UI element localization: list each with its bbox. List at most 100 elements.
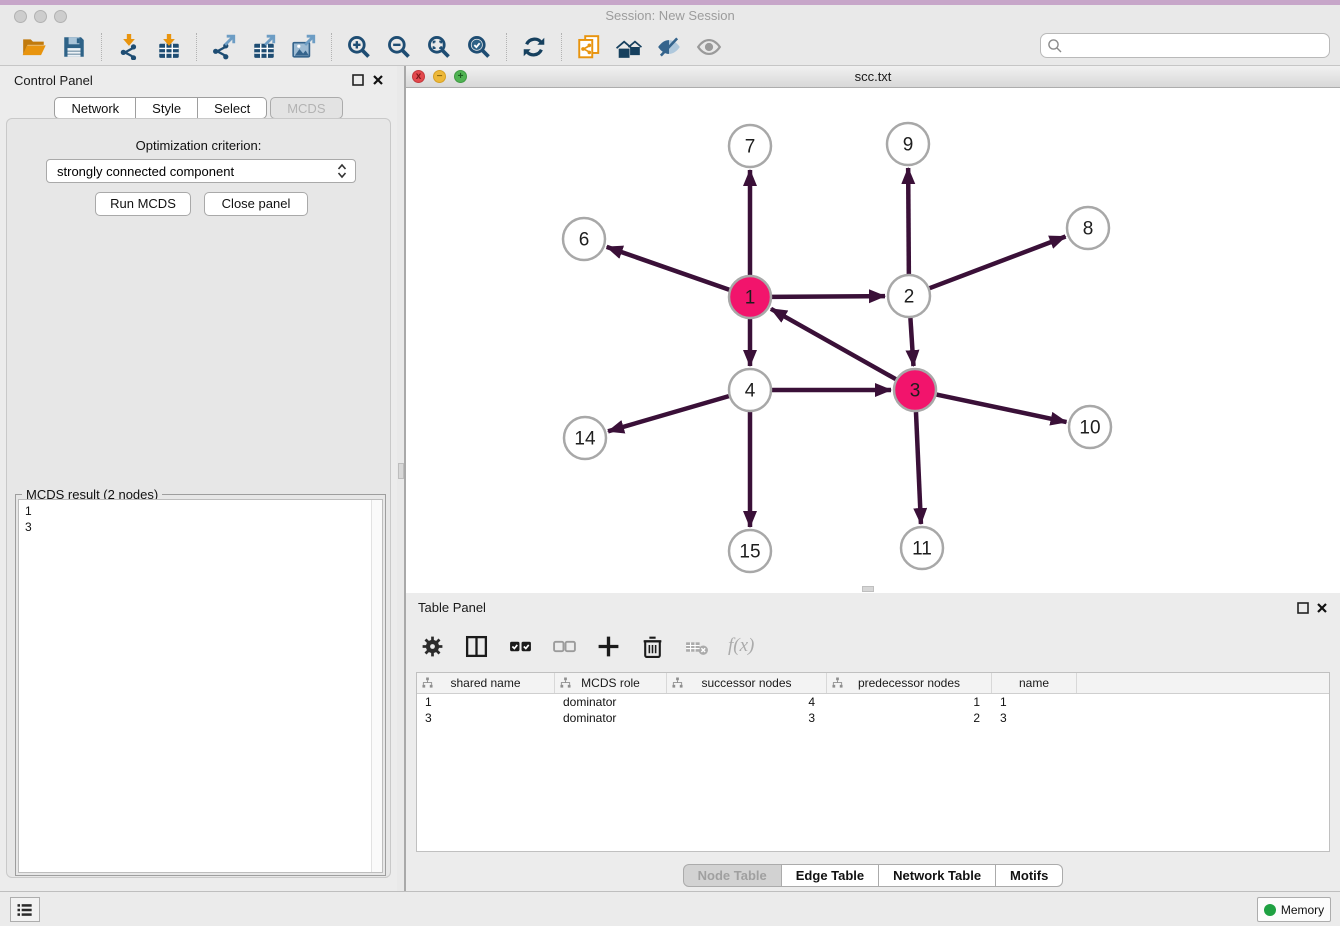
- network-graph[interactable]: 7968124314101511: [406, 88, 1340, 593]
- network-canvas[interactable]: 7968124314101511: [406, 88, 1340, 593]
- tab-edge-table[interactable]: Edge Table: [782, 864, 879, 887]
- column-header-successor-nodes[interactable]: successor nodes: [667, 673, 827, 693]
- tab-motifs[interactable]: Motifs: [996, 864, 1063, 887]
- vertical-splitter[interactable]: [397, 66, 406, 891]
- new-network-from-selection-button[interactable]: [569, 31, 609, 63]
- zoom-selected-button[interactable]: [459, 31, 499, 63]
- memory-status-icon: [1264, 904, 1276, 916]
- column-header-predecessor-nodes[interactable]: predecessor nodes: [827, 673, 992, 693]
- cell-shared-name[interactable]: 1: [417, 694, 555, 710]
- edge-2-3[interactable]: [910, 318, 913, 366]
- zoom-out-button[interactable]: [379, 31, 419, 63]
- add-row-button[interactable]: [596, 634, 621, 659]
- node-label-7: 7: [745, 137, 756, 158]
- zoom-fit-button[interactable]: [419, 31, 459, 63]
- column-type-icon: [832, 677, 843, 689]
- toolbar-separator: [196, 33, 197, 61]
- select-all-button[interactable]: [508, 634, 533, 659]
- tab-select[interactable]: Select: [198, 97, 267, 119]
- table-header-row: shared nameMCDS rolesuccessor nodesprede…: [417, 673, 1329, 694]
- hide-selected-button[interactable]: [649, 31, 689, 63]
- export-network-icon: [211, 34, 237, 60]
- optimization-criterion-dropdown[interactable]: strongly connected component: [46, 159, 356, 183]
- export-image-button[interactable]: [284, 31, 324, 63]
- cell-name[interactable]: 1: [992, 694, 1077, 710]
- edge-2-9[interactable]: [908, 168, 909, 274]
- cell-successor-nodes[interactable]: 3: [667, 710, 827, 726]
- horizontal-splitter-handle[interactable]: [862, 586, 874, 592]
- edge-3-11[interactable]: [916, 412, 921, 524]
- mcds-result-item[interactable]: 3: [25, 519, 382, 535]
- function-builder-icon: f(x): [728, 635, 754, 657]
- node-label-11: 11: [912, 539, 932, 560]
- cell-shared-name[interactable]: 3: [417, 710, 555, 726]
- mcds-result-item[interactable]: 1: [25, 503, 382, 519]
- edge-1-6[interactable]: [607, 247, 730, 290]
- export-image-icon: [291, 34, 317, 60]
- list-icon: [15, 900, 35, 920]
- toolbar-separator: [101, 33, 102, 61]
- float-panel-icon[interactable]: [352, 73, 366, 87]
- export-table-button[interactable]: [244, 31, 284, 63]
- table-row[interactable]: 3dominator323: [417, 710, 1329, 726]
- show-panels-button[interactable]: [10, 897, 40, 922]
- unselect-all-button[interactable]: [552, 634, 577, 659]
- refresh-button[interactable]: [514, 31, 554, 63]
- show-all-button[interactable]: [689, 31, 729, 63]
- open-session-button[interactable]: [14, 31, 54, 63]
- close-panel-button[interactable]: Close panel: [204, 192, 308, 216]
- memory-button[interactable]: Memory: [1257, 897, 1331, 922]
- float-table-panel-icon[interactable]: [1297, 601, 1311, 615]
- cell-predecessor-nodes[interactable]: 2: [827, 710, 992, 726]
- table-settings-button[interactable]: [420, 634, 445, 659]
- result-scrollbar[interactable]: [371, 500, 382, 872]
- network-frame-titlebar[interactable]: x − + scc.txt: [406, 66, 1340, 88]
- import-table-button[interactable]: [149, 31, 189, 63]
- column-header-MCDS-role[interactable]: MCDS role: [555, 673, 667, 693]
- node-label-2: 2: [904, 287, 915, 308]
- show-columns-button[interactable]: [464, 634, 489, 659]
- table-toolbar: f(x): [420, 626, 754, 666]
- run-mcds-button[interactable]: Run MCDS: [95, 192, 191, 216]
- tab-node-table[interactable]: Node Table: [683, 864, 782, 887]
- edge-4-14[interactable]: [608, 396, 729, 431]
- hide-selected-icon: [656, 34, 682, 60]
- mcds-result-list[interactable]: 13: [18, 499, 383, 873]
- tab-network-table[interactable]: Network Table: [879, 864, 996, 887]
- node-label-15: 15: [739, 542, 760, 563]
- cell-successor-nodes[interactable]: 4: [667, 694, 827, 710]
- export-network-button[interactable]: [204, 31, 244, 63]
- tab-style[interactable]: Style: [136, 97, 198, 119]
- unselect-all-icon: [552, 634, 577, 659]
- close-panel-icon[interactable]: [372, 73, 386, 87]
- search-input[interactable]: [1063, 39, 1323, 53]
- cell-name[interactable]: 3: [992, 710, 1077, 726]
- close-table-panel-icon[interactable]: [1316, 601, 1330, 615]
- node-table[interactable]: shared nameMCDS rolesuccessor nodesprede…: [416, 672, 1330, 852]
- cell-MCDS-role[interactable]: dominator: [555, 694, 667, 710]
- delete-table-icon: [684, 634, 709, 659]
- edge-2-8[interactable]: [930, 237, 1066, 289]
- import-network-button[interactable]: [109, 31, 149, 63]
- cell-predecessor-nodes[interactable]: 1: [827, 694, 992, 710]
- delete-row-button[interactable]: [640, 634, 665, 659]
- column-header-shared-name[interactable]: shared name: [417, 673, 555, 693]
- edge-3-1[interactable]: [771, 309, 896, 379]
- edge-3-10[interactable]: [937, 395, 1067, 422]
- first-neighbors-button[interactable]: [609, 31, 649, 63]
- window-title: Session: New Session: [0, 8, 1340, 23]
- edge-1-2[interactable]: [772, 296, 885, 297]
- column-type-icon: [560, 677, 571, 689]
- cell-MCDS-role[interactable]: dominator: [555, 710, 667, 726]
- mcds-panel: Optimization criterion: strongly connect…: [6, 118, 391, 878]
- search-box[interactable]: [1040, 33, 1330, 58]
- tab-network[interactable]: Network: [54, 97, 136, 119]
- column-header-name[interactable]: name: [992, 673, 1077, 693]
- column-type-icon: [672, 677, 683, 689]
- search-icon: [1047, 38, 1063, 54]
- zoom-in-button[interactable]: [339, 31, 379, 63]
- tab-mcds[interactable]: MCDS: [270, 97, 342, 119]
- save-session-button[interactable]: [54, 31, 94, 63]
- vertical-splitter-handle[interactable]: [398, 463, 404, 479]
- table-row[interactable]: 1dominator411: [417, 694, 1329, 710]
